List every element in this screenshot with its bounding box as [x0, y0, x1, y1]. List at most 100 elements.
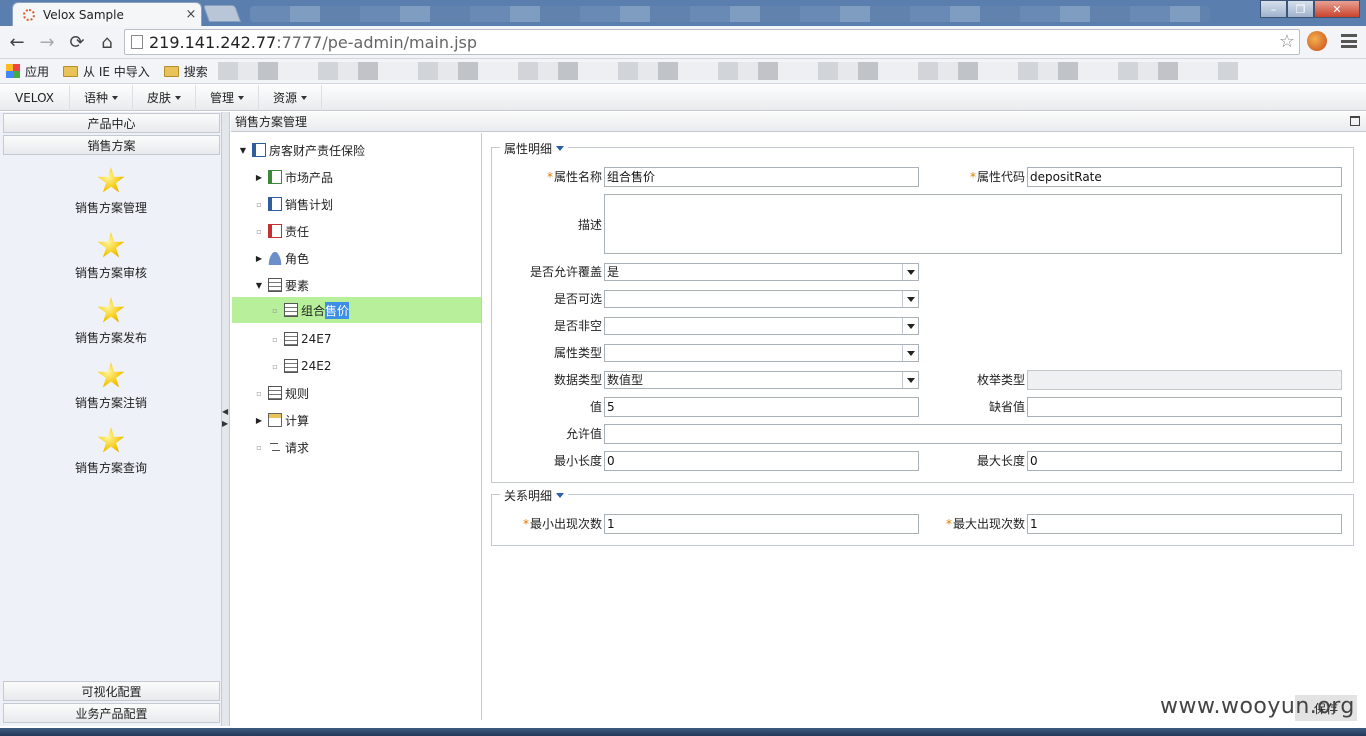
- tree-node-market-product[interactable]: ▶ 市场产品: [253, 166, 333, 188]
- accordion-sales-plan[interactable]: 销售方案: [3, 135, 220, 155]
- dropdown-arrow-icon[interactable]: [902, 264, 918, 280]
- sidebar: 产品中心 销售方案 销售方案管理 销售方案审核 销售方案发布 销售方案注销 销售…: [0, 112, 222, 726]
- list-icon: [268, 278, 282, 292]
- optional-select[interactable]: [604, 290, 919, 308]
- new-tab-button[interactable]: [202, 5, 242, 22]
- minimize-icon[interactable]: –: [1260, 0, 1287, 18]
- leaf-dot-icon: ▫: [256, 199, 262, 209]
- splitter[interactable]: ◀ ▶: [222, 112, 230, 726]
- bookmarks-bar: 应用 从 IE 中导入 搜索: [0, 59, 1366, 84]
- accordion-visual-config[interactable]: 可视化配置: [3, 681, 220, 701]
- attr-name-input[interactable]: 组合售价: [604, 167, 919, 187]
- dropdown-arrow-icon[interactable]: [902, 345, 918, 361]
- flow-icon: [268, 440, 282, 454]
- url-text: 219.141.242.77:7777/pe-admin/main.jsp: [149, 32, 478, 52]
- tree-node-24e2[interactable]: ▫ 24E2: [269, 355, 332, 377]
- bookmark-apps[interactable]: 应用: [6, 63, 49, 80]
- sidebar-item-plan-review[interactable]: 销售方案审核: [0, 232, 222, 292]
- notnull-select[interactable]: [604, 317, 919, 335]
- bookmark-search[interactable]: 搜索: [163, 63, 208, 80]
- enum-input[interactable]: [1027, 370, 1342, 390]
- home-icon[interactable]: ⌂: [94, 29, 120, 55]
- tree-node-calc[interactable]: ▶ 计算: [253, 409, 309, 431]
- tree-node-element[interactable]: ▼ 要素: [253, 274, 309, 296]
- collapsed-arrow-icon[interactable]: ▶: [253, 416, 265, 425]
- sidebar-item-plan-publish[interactable]: 销售方案发布: [0, 297, 222, 357]
- collapsed-arrow-icon[interactable]: ▶: [253, 254, 265, 263]
- folder-icon: [63, 65, 79, 77]
- accordion-business-product[interactable]: 业务产品配置: [3, 703, 220, 723]
- desc-label: 描述: [577, 218, 602, 232]
- menu-resource[interactable]: 资源: [259, 84, 323, 111]
- forward-icon[interactable]: →: [34, 29, 60, 55]
- star-icon: [97, 297, 125, 323]
- value-input[interactable]: 5: [604, 397, 919, 417]
- relation-legend[interactable]: 关系明细: [500, 487, 569, 504]
- detail-form: 属性明细 *属性名称 组合售价 *属性代码 depositRate 描述 是否允…: [487, 133, 1366, 720]
- tree-node-request[interactable]: ▫ 请求: [253, 436, 309, 458]
- star-icon: [97, 232, 125, 258]
- attr-code-input[interactable]: depositRate: [1027, 167, 1342, 187]
- min-occurs-input[interactable]: 1: [604, 514, 919, 534]
- tree-node-liability[interactable]: ▫ 责任: [253, 220, 309, 242]
- datatype-select[interactable]: 数值型: [604, 371, 919, 389]
- tree-node-combo-price[interactable]: ▫ 组合 售价: [232, 297, 481, 323]
- leaf-dot-icon: ▫: [256, 388, 262, 398]
- reload-icon[interactable]: ⟳: [64, 29, 90, 55]
- leaf-dot-icon: ▫: [272, 334, 278, 344]
- collapsed-arrow-icon[interactable]: ▶: [253, 173, 265, 182]
- tab-close-icon[interactable]: ×: [181, 7, 201, 22]
- attribute-legend[interactable]: 属性明细: [500, 140, 569, 157]
- max-occurs-input[interactable]: 1: [1027, 514, 1342, 534]
- caret-down-icon: [301, 95, 308, 100]
- user-icon: [268, 251, 282, 265]
- maximize-icon[interactable]: [1350, 116, 1360, 126]
- menu-language[interactable]: 语种: [70, 84, 134, 111]
- back-icon[interactable]: ←: [4, 29, 30, 55]
- window-controls: – ❐ ✕: [1260, 0, 1360, 18]
- dropdown-arrow-icon[interactable]: [902, 318, 918, 334]
- default-label: 缺省值: [988, 400, 1025, 414]
- notnull-label: 是否非空: [553, 319, 602, 333]
- sidebar-item-plan-cancel[interactable]: 销售方案注销: [0, 362, 222, 422]
- menu-brand[interactable]: VELOX: [0, 84, 70, 111]
- maxlen-input[interactable]: 0: [1027, 451, 1342, 471]
- bookmark-ie-import[interactable]: 从 IE 中导入: [63, 63, 150, 80]
- browser-tab[interactable]: Velox Sample ×: [12, 2, 202, 26]
- tree-node-role[interactable]: ▶ 角色: [253, 247, 309, 269]
- minlen-input[interactable]: 0: [604, 451, 919, 471]
- minlen-label: 最小长度: [553, 454, 602, 468]
- app-menu-bar: VELOX 语种 皮肤 管理 资源: [0, 84, 1366, 111]
- allowed-input[interactable]: [604, 424, 1342, 444]
- bookmark-star-icon[interactable]: ☆: [1279, 31, 1295, 52]
- apps-icon: [6, 64, 20, 78]
- tree-node-rule[interactable]: ▫ 规则: [253, 382, 309, 404]
- tree-node-24e7[interactable]: ▫ 24E7: [269, 328, 332, 350]
- collapse-arrow-icon[interactable]: ◀ ▶: [222, 406, 228, 430]
- address-bar[interactable]: 219.141.242.77:7777/pe-admin/main.jsp ☆: [124, 29, 1300, 55]
- accordion-product-center[interactable]: 产品中心: [3, 113, 220, 133]
- enum-label: 枚举类型: [976, 373, 1025, 387]
- menu-skin[interactable]: 皮肤: [133, 84, 197, 111]
- override-select[interactable]: 是: [604, 263, 919, 281]
- extension-icon[interactable]: [1307, 31, 1327, 51]
- desc-textarea[interactable]: [604, 194, 1342, 254]
- close-window-icon[interactable]: ✕: [1314, 0, 1360, 18]
- relation-fieldset: 关系明细 *最小出现次数 1 *最大出现次数 1: [491, 487, 1354, 546]
- folder-icon: [163, 65, 179, 77]
- menu-manage[interactable]: 管理: [196, 84, 260, 111]
- expanded-arrow-icon[interactable]: ▼: [237, 146, 249, 155]
- tree-node-root[interactable]: ▼ 房客财产责任保险: [237, 139, 365, 161]
- browser-menu-icon[interactable]: [1341, 34, 1357, 48]
- tree-node-sales-plan[interactable]: ▫ 销售计划: [253, 193, 333, 215]
- expanded-arrow-icon[interactable]: ▼: [253, 281, 265, 290]
- book-icon: [268, 224, 282, 238]
- star-icon: [97, 427, 125, 453]
- restore-icon[interactable]: ❐: [1287, 0, 1314, 18]
- default-input[interactable]: [1027, 397, 1342, 417]
- sidebar-item-plan-query[interactable]: 销售方案查询: [0, 427, 222, 487]
- dropdown-arrow-icon[interactable]: [902, 291, 918, 307]
- sidebar-item-plan-manage[interactable]: 销售方案管理: [0, 167, 222, 227]
- attr-type-select[interactable]: [604, 344, 919, 362]
- table-icon: [268, 413, 282, 427]
